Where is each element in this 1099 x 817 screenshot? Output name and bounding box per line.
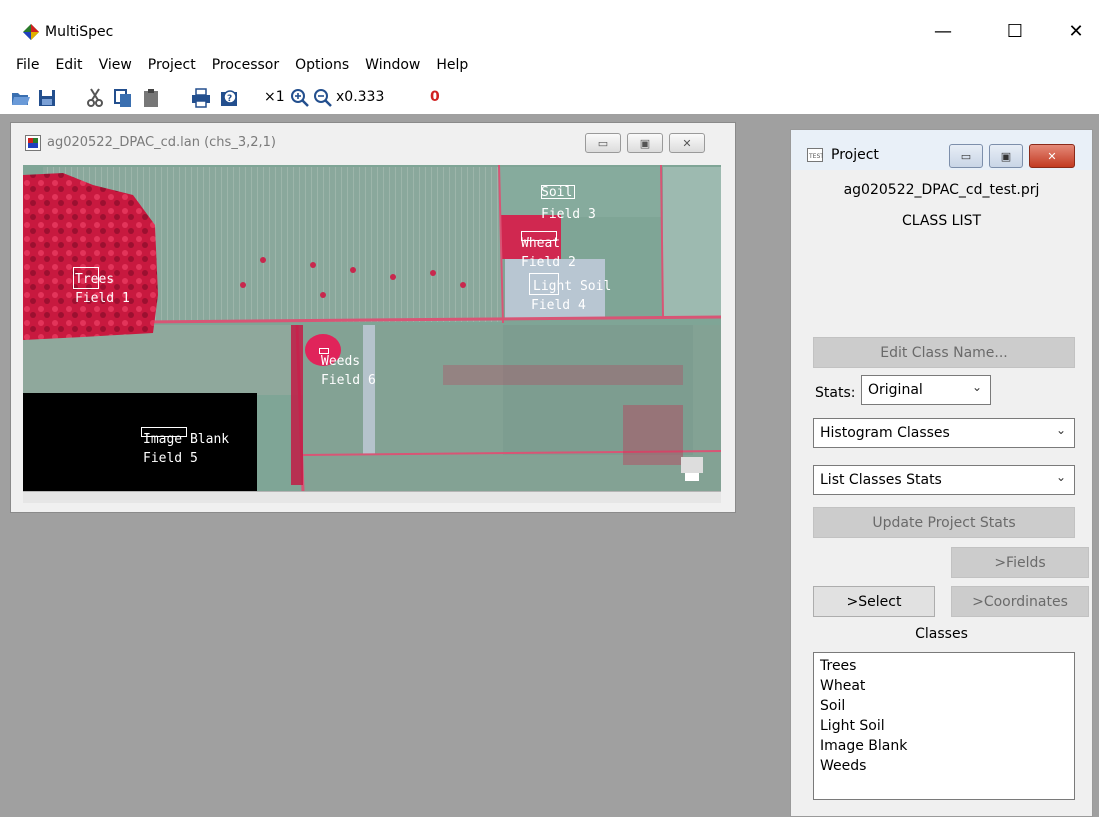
menu-help[interactable]: Help — [428, 55, 476, 77]
chevron-down-icon: ⌄ — [1055, 470, 1066, 484]
zoom-x1-button[interactable]: ×1 — [264, 89, 285, 105]
zoom-out-icon[interactable] — [313, 87, 333, 109]
list-item[interactable]: Image Blank — [820, 736, 1068, 756]
project-window-title: Project — [831, 147, 879, 163]
field-label-wheat: Wheat — [521, 236, 561, 251]
menu-processor[interactable]: Processor — [204, 55, 287, 77]
histogram-classes-select[interactable]: Histogram Classes ⌄ — [813, 418, 1075, 448]
list-item[interactable]: Trees — [820, 656, 1068, 676]
menu-options[interactable]: Options — [287, 55, 357, 77]
image-restore-button[interactable]: ▣ — [627, 133, 663, 153]
overlay-menu-button[interactable]: 0 — [430, 89, 440, 105]
close-button[interactable]: ✕ — [1053, 14, 1099, 48]
field-number-light-soil: Field 4 — [531, 298, 586, 313]
stats-select[interactable]: Original ⌄ — [861, 375, 991, 405]
help-icon[interactable]: ? — [218, 87, 240, 109]
satellite-image — [23, 165, 721, 491]
class-list-heading: CLASS LIST — [901, 213, 982, 229]
maximize-button[interactable]: ☐ — [992, 14, 1038, 48]
print-icon[interactable] — [190, 87, 212, 109]
menu-file[interactable]: File — [8, 55, 47, 77]
paste-icon[interactable] — [140, 87, 162, 109]
menu-view[interactable]: View — [91, 55, 140, 77]
project-close-button[interactable]: ✕ — [1029, 144, 1075, 168]
field-number-trees: Field 1 — [75, 291, 130, 306]
field-number-wheat: Field 2 — [521, 255, 576, 270]
project-file-name: ag020522_DPAC_cd_test.prj — [843, 182, 1040, 198]
list-stats-select-value: List Classes Stats — [820, 472, 942, 488]
image-close-button[interactable]: ✕ — [669, 133, 705, 153]
project-restore-button[interactable]: ▣ — [989, 144, 1023, 168]
classes-listbox[interactable]: Trees Wheat Soil Light Soil Image Blank … — [813, 652, 1075, 800]
project-window: TEST Project ▭ ▣ ✕ ag020522_DPAC_cd_test… — [790, 129, 1093, 817]
edit-class-name-button[interactable]: Edit Class Name... — [813, 337, 1075, 368]
svg-text:TEST: TEST — [808, 153, 823, 160]
chevron-down-icon: ⌄ — [1055, 423, 1066, 437]
image-file-icon — [25, 135, 41, 151]
image-minimize-button[interactable]: ▭ — [585, 133, 621, 153]
image-window-title: ag020522_DPAC_cd.lan (chs_3,2,1) — [47, 135, 276, 150]
menu-edit[interactable]: Edit — [47, 55, 90, 77]
image-canvas[interactable]: Soil Field 3 Wheat Field 2 Light Soil Fi… — [23, 165, 721, 491]
menu-bar: File Edit View Project Processor Options… — [0, 55, 476, 77]
project-file-icon: TEST — [807, 148, 823, 162]
title-bar: MultiSpec — ☐ ✕ — [0, 0, 1099, 54]
field-label-light-soil: Light Soil — [533, 279, 612, 294]
field-label-weeds: Weeds — [321, 354, 361, 369]
toolbar: ? ×1 x0.333 0 — [0, 84, 1099, 114]
zoom-level: x0.333 — [336, 89, 385, 105]
list-item[interactable]: Soil — [820, 696, 1068, 716]
image-window: ag020522_DPAC_cd.lan (chs_3,2,1) ▭ ▣ ✕ S… — [10, 122, 736, 513]
field-number-weeds: Field 6 — [321, 373, 376, 388]
list-item[interactable]: Wheat — [820, 676, 1068, 696]
image-horizontal-scrollbar[interactable] — [23, 491, 721, 503]
stats-label: Stats: — [815, 385, 856, 401]
save-icon[interactable] — [36, 87, 58, 109]
chevron-down-icon: ⌄ — [971, 380, 982, 394]
field-number-image-blank: Field 5 — [143, 451, 198, 466]
copy-icon[interactable] — [112, 87, 134, 109]
field-label-trees: Trees — [75, 272, 115, 287]
project-minimize-button[interactable]: ▭ — [949, 144, 983, 168]
field-number-soil: Field 3 — [541, 207, 596, 222]
multispec-logo-icon — [23, 24, 39, 40]
select-button[interactable]: >Select — [813, 586, 935, 617]
svg-text:?: ? — [227, 94, 232, 104]
list-item[interactable]: Weeds — [820, 756, 1068, 776]
cut-icon[interactable] — [84, 87, 106, 109]
histogram-select-value: Histogram Classes — [820, 425, 950, 441]
menu-window[interactable]: Window — [357, 55, 428, 77]
coordinates-button[interactable]: >Coordinates — [951, 586, 1089, 617]
list-item[interactable]: Light Soil — [820, 716, 1068, 736]
field-label-soil: Soil — [541, 185, 573, 200]
minimize-button[interactable]: — — [920, 14, 966, 48]
stats-select-value: Original — [868, 382, 923, 398]
fields-button[interactable]: >Fields — [951, 547, 1089, 578]
app-title: MultiSpec — [45, 24, 114, 40]
classes-label: Classes — [915, 626, 968, 642]
menu-project[interactable]: Project — [140, 55, 204, 77]
list-classes-stats-select[interactable]: List Classes Stats ⌄ — [813, 465, 1075, 495]
zoom-in-icon[interactable] — [290, 87, 310, 109]
field-label-image-blank: Image Blank — [143, 432, 230, 447]
update-project-stats-button[interactable]: Update Project Stats — [813, 507, 1075, 538]
open-folder-icon[interactable] — [10, 87, 32, 109]
project-title-bar: TEST Project ▭ ▣ ✕ — [791, 130, 1092, 170]
